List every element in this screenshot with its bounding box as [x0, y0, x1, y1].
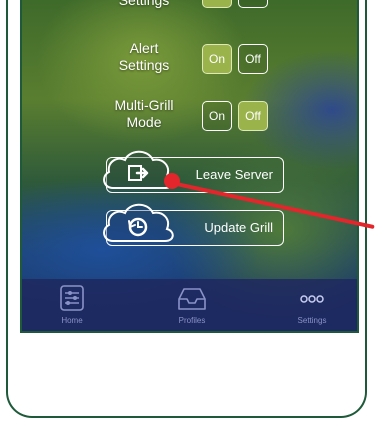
more-dots-icon [300, 295, 324, 303]
leave-server-label: Leave Server [195, 167, 273, 182]
multi-grill-on-toggle[interactable]: On [202, 101, 232, 131]
multi-grill-label: Multi-Grill Mode [94, 97, 194, 131]
tab-profiles-label: Profiles [178, 316, 206, 325]
cloud-exit-icon [103, 150, 174, 189]
tab-settings-label: Settings [297, 316, 327, 325]
update-grill-label: Update Grill [204, 220, 273, 235]
tray-icon [178, 288, 206, 310]
tab-home-label: Home [61, 316, 83, 325]
multi-grill-label-line2: Mode [126, 114, 162, 130]
multi-grill-off-toggle[interactable]: Off [238, 101, 268, 131]
sliders-icon [60, 285, 84, 311]
tab-profiles[interactable]: Profiles [152, 283, 232, 325]
alert-settings-label-line1: Alert [129, 40, 159, 56]
annotation-pointer-dot [164, 173, 180, 189]
partial-toggle-off[interactable] [238, 0, 268, 8]
tab-home[interactable]: Home [32, 283, 112, 325]
multi-grill-label-line1: Multi-Grill [114, 97, 174, 113]
alert-on-toggle[interactable]: On [202, 44, 232, 74]
partial-toggle-on[interactable] [202, 0, 232, 8]
app-screen: Settings Alert Settings On Off Multi-Gri… [20, 0, 359, 333]
alert-off-toggle[interactable]: Off [238, 44, 268, 74]
bottom-tab-bar: Home Profiles Settings [22, 279, 357, 331]
alert-settings-label: Alert Settings [94, 40, 194, 74]
tab-settings[interactable]: Settings [272, 283, 352, 325]
update-grill-button[interactable]: Update Grill [103, 203, 284, 246]
settings-row-partial-label: Settings [118, 0, 170, 8]
alert-settings-label-line2: Settings [118, 57, 170, 73]
cloud-update-icon [103, 203, 174, 242]
